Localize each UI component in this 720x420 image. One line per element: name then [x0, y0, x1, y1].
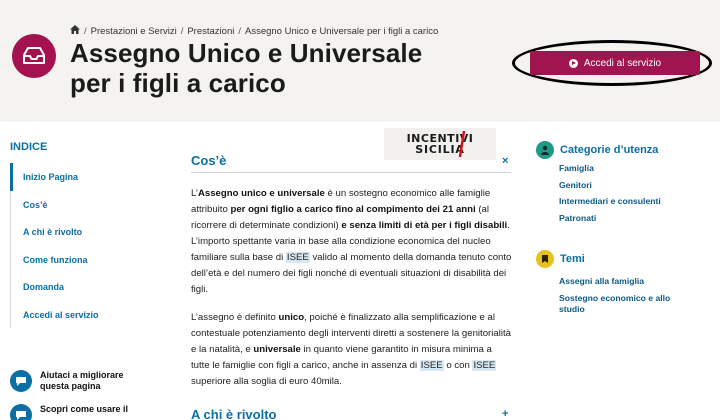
user-icon [536, 141, 554, 159]
section-collapse-button[interactable]: × [502, 155, 508, 167]
access-service-label: Accedi al servizio [583, 57, 662, 69]
category-link-famiglia[interactable]: Famiglia [559, 163, 689, 174]
logo-slash-mark [458, 131, 466, 157]
bold-text: Assegno unico e universale [197, 188, 325, 199]
isee-term-link[interactable]: ISEE [419, 360, 444, 371]
category-link-genitori[interactable]: Genitori [559, 180, 689, 191]
topic-link-sostegno-economico[interactable]: Sostegno economico e allo studio [559, 293, 689, 315]
categories-block: Categorie d’utenza Famiglia Genitori Int… [536, 141, 689, 229]
help-discover-link[interactable]: Scopri come usare il [10, 404, 136, 420]
breadcrumb-item-prestazioni[interactable]: Prestazioni [187, 26, 234, 37]
index-item-come-funziona[interactable]: Come funziona [11, 246, 140, 274]
category-link-patronati[interactable]: Patronati [559, 213, 689, 224]
bold-text: e senza limiti di età per i figli disabi… [341, 220, 508, 231]
paragraph-definition: L’Assegno unico e universale è un sosteg… [191, 188, 512, 295]
paragraph-unico-universale: L’assegno è definito unico, poiché è fin… [191, 312, 511, 387]
isee-term-link[interactable]: ISEE [472, 360, 497, 371]
page-title-line1: Assegno Unico e Universale [70, 38, 423, 68]
index-item-a-chi-rivolto[interactable]: A chi è rivolto [11, 218, 140, 246]
help-improve-text: Aiutaci a migliorare questa pagina [40, 370, 124, 391]
category-link-intermediari[interactable]: Intermediari e consulenti [559, 196, 689, 207]
service-inbox-icon [12, 34, 56, 78]
incentivi-sicilia-logo: INCENTIVI SICILIA [384, 128, 496, 160]
isee-term-link[interactable]: ISEE [285, 252, 310, 263]
help-discover-text: Scopri come usare il [40, 404, 129, 414]
breadcrumb-item-prestazioni-servizi[interactable]: Prestazioni e Servizi [91, 26, 177, 37]
breadcrumb-item-current: Assegno Unico e Universale per i figli a… [244, 25, 439, 37]
index-nav: Inizio Pagina Cos’è A chi è rivolto Come… [10, 163, 140, 328]
play-circle-icon [568, 58, 578, 68]
tag-icon [536, 250, 554, 268]
help-improve-link[interactable]: Aiutaci a migliorare questa pagina [10, 370, 136, 392]
access-service-button[interactable]: Accedi al servizio [530, 51, 700, 75]
topic-link-assegni-famiglia[interactable]: Assegni alla famiglia [559, 276, 689, 287]
home-icon[interactable] [70, 25, 80, 37]
section-divider [191, 172, 511, 173]
index-item-accedi-servizio[interactable]: Accedi al servizio [11, 301, 140, 329]
index-item-domanda[interactable]: Domanda [11, 273, 140, 301]
section-expand-button[interactable]: + [502, 408, 508, 420]
page-title: Assegno Unico e Universale per i figli a… [70, 38, 470, 98]
categories-title: Categorie d’utenza [560, 144, 659, 156]
section-title-a-chi-rivolto[interactable]: A chi è rivolto [191, 407, 276, 420]
breadcrumb-separator: / [84, 25, 87, 37]
topics-title: Temi [560, 253, 585, 265]
index-item-cose[interactable]: Cos’è [11, 191, 140, 219]
bold-text: per ogni figlio a carico fino al compime… [230, 204, 476, 215]
index-item-inizio-pagina[interactable]: Inizio Pagina [10, 163, 140, 191]
section-title-cose[interactable]: Cos’è [191, 153, 226, 168]
breadcrumb-separator: / [180, 25, 184, 37]
breadcrumb: / Prestazioni e Servizi / Prestazioni / … [70, 25, 438, 37]
chat-bubble-icon [10, 404, 32, 420]
chat-bubble-icon [10, 370, 32, 392]
bold-text: unico [278, 312, 305, 323]
bold-text: universale [253, 344, 301, 355]
index-title: INDICE [10, 141, 48, 153]
topics-block: Temi Assegni alla famiglia Sostegno econ… [536, 250, 689, 320]
breadcrumb-separator: / [238, 25, 241, 37]
page-title-line2: per i figli a carico [70, 68, 286, 98]
